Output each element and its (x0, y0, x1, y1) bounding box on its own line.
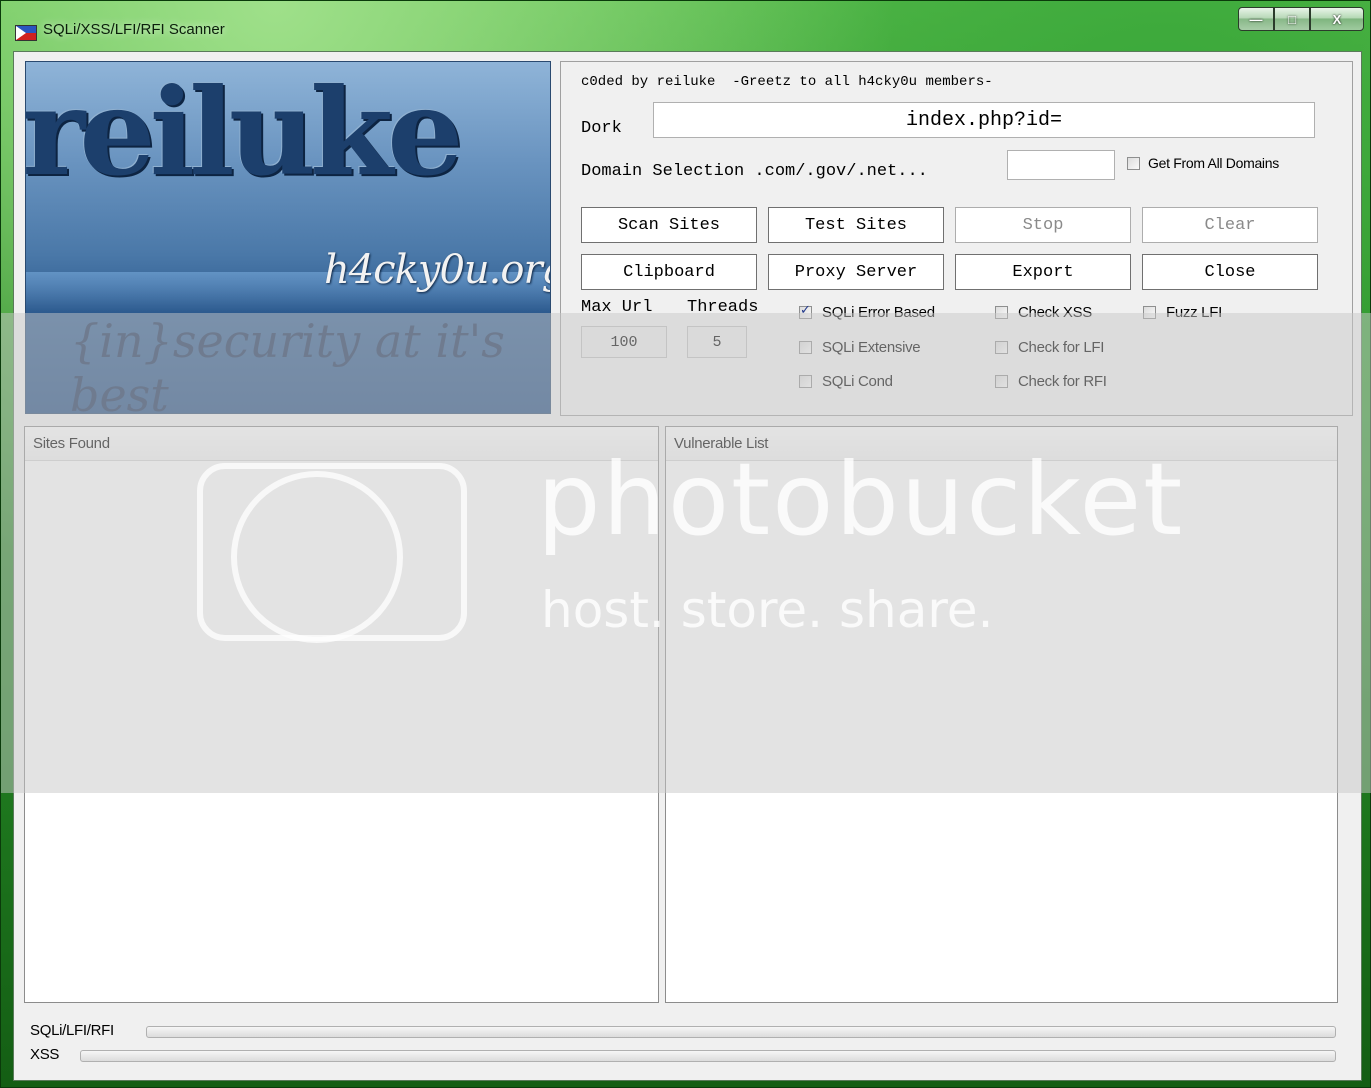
max-url-label: Max Url (581, 298, 653, 317)
check-rfi-checkbox[interactable] (995, 375, 1008, 388)
all-domains-label: Get From All Domains (1148, 155, 1279, 171)
sqli-extensive-option[interactable]: SQLi Extensive (799, 339, 921, 356)
check-lfi-label: Check for LFI (1018, 339, 1105, 356)
check-rfi-label: Check for RFI (1018, 373, 1107, 390)
maximize-button[interactable]: □ (1274, 7, 1310, 31)
max-url-input[interactable]: 100 (581, 326, 667, 358)
sqli-cond-option[interactable]: SQLi Cond (799, 373, 893, 390)
fuzz-lfi-label: Fuzz LFI (1166, 304, 1222, 321)
sqli-cond-label: SQLi Cond (822, 373, 893, 390)
logo-tagline: {in}security at it's best (70, 314, 505, 414)
sqli-error-based-checkbox[interactable] (799, 303, 812, 319)
sqli-extensive-checkbox[interactable] (799, 341, 812, 354)
logo-site: h4cky0u.org (324, 247, 551, 293)
domain-input[interactable] (1007, 150, 1115, 180)
minimize-button[interactable]: — (1238, 7, 1274, 31)
logo-banner: reiluke h4cky0u.org {in}security at it's… (25, 61, 551, 414)
check-rfi-option[interactable]: Check for RFI (995, 373, 1107, 390)
vulnerable-list-header: Vulnerable List (666, 427, 1337, 461)
caption-buttons: — □ X (1238, 7, 1364, 31)
check-lfi-checkbox[interactable] (995, 341, 1008, 354)
all-domains-checkbox[interactable] (1127, 156, 1140, 170)
controls-panel: c0ded by reiluke -Greetz to all h4cky0u … (560, 61, 1353, 416)
sites-found-list[interactable]: Sites Found (24, 426, 659, 1003)
title-bar[interactable]: SQLi/XSS/LFI/RFI Scanner — □ X (1, 1, 1371, 49)
dork-label: Dork (581, 119, 622, 138)
test-sites-button[interactable]: Test Sites (768, 207, 944, 243)
threads-input[interactable]: 5 (687, 326, 747, 358)
all-domains-option[interactable]: Get From All Domains (1127, 155, 1279, 171)
scan-sites-button[interactable]: Scan Sites (581, 207, 757, 243)
fuzz-lfi-option[interactable]: Fuzz LFI (1143, 304, 1222, 321)
sqli-error-based-label: SQLi Error Based (822, 304, 935, 321)
credit-text: c0ded by reiluke -Greetz to all h4cky0u … (581, 74, 993, 90)
export-button[interactable]: Export (955, 254, 1131, 290)
sqli-error-based-option[interactable]: SQLi Error Based (799, 303, 935, 321)
app-window: SQLi/XSS/LFI/RFI Scanner — □ X reiluke h… (0, 0, 1371, 1088)
sqli-progress-label: SQLi/LFI/RFI (30, 1022, 114, 1039)
app-flag-icon[interactable] (15, 25, 37, 41)
sqli-progress-bar (146, 1026, 1336, 1038)
close-window-button[interactable]: X (1310, 7, 1364, 31)
fuzz-lfi-checkbox[interactable] (1143, 306, 1156, 319)
window-title: SQLi/XSS/LFI/RFI Scanner (43, 21, 225, 38)
logo-name: reiluke (25, 62, 463, 203)
dork-input[interactable] (653, 102, 1315, 138)
sqli-extensive-label: SQLi Extensive (822, 339, 921, 356)
check-xss-label: Check XSS (1018, 304, 1092, 321)
vulnerable-list[interactable]: Vulnerable List (665, 426, 1338, 1003)
stop-button[interactable]: Stop (955, 207, 1131, 243)
check-xss-option[interactable]: Check XSS (995, 304, 1092, 321)
domain-label: Domain Selection .com/.gov/.net... (581, 162, 928, 181)
xss-progress-bar (80, 1050, 1336, 1062)
xss-progress-label: XSS (30, 1046, 60, 1063)
sites-found-header: Sites Found (25, 427, 658, 461)
sqli-cond-checkbox[interactable] (799, 375, 812, 388)
clipboard-button[interactable]: Clipboard (581, 254, 757, 290)
proxy-server-button[interactable]: Proxy Server (768, 254, 944, 290)
check-xss-checkbox[interactable] (995, 306, 1008, 319)
threads-label: Threads (687, 298, 759, 317)
close-button[interactable]: Close (1142, 254, 1318, 290)
check-lfi-option[interactable]: Check for LFI (995, 339, 1104, 356)
clear-button[interactable]: Clear (1142, 207, 1318, 243)
client-area: reiluke h4cky0u.org {in}security at it's… (13, 51, 1362, 1081)
